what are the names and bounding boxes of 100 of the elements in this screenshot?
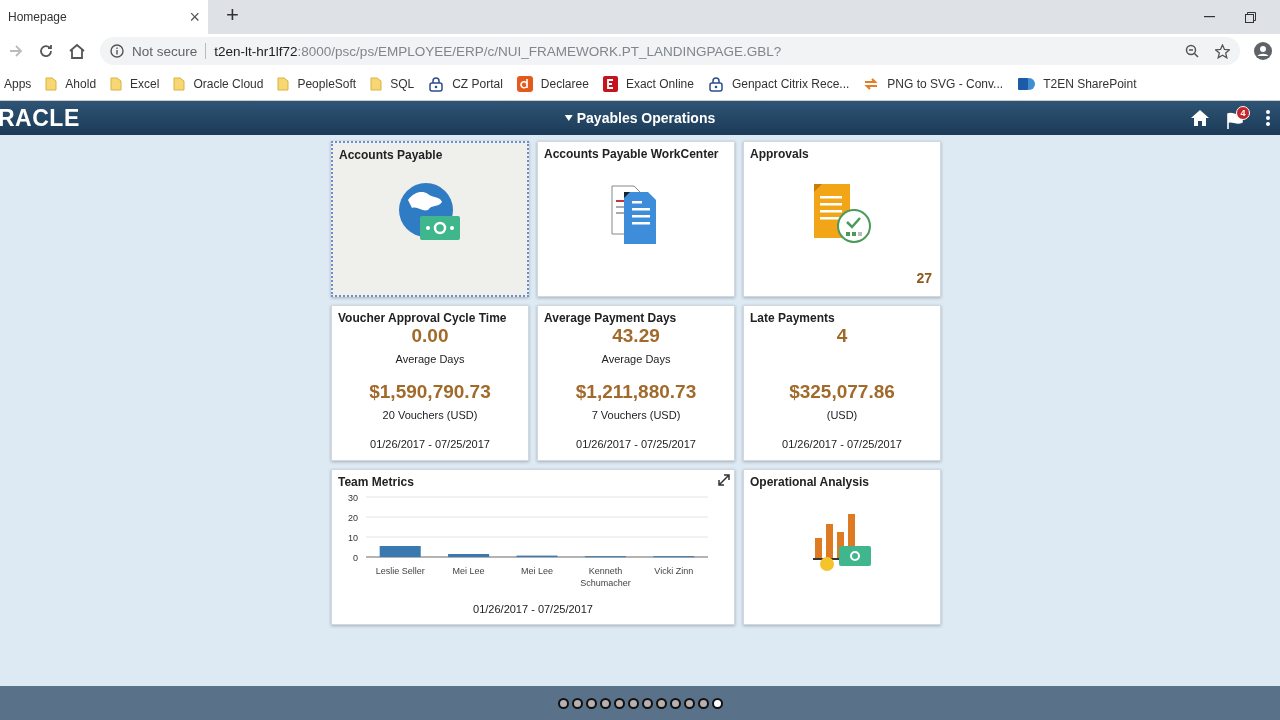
- close-tab-button[interactable]: ×: [189, 6, 200, 28]
- minimize-icon[interactable]: [1204, 16, 1215, 18]
- bookmark[interactable]: Exact Online: [602, 76, 694, 92]
- tile[interactable]: Approvals 27: [743, 141, 941, 297]
- address-bar[interactable]: Not secure t2en-lt-hr1lf72:8000/psc/ps/EMPLOYEE/ERP/c/NUI_FRAMEWORK.PT_LANDINGPAGE.GBL?: [100, 37, 1240, 65]
- kpi-label: Average Days: [394, 353, 466, 365]
- tile-title: Team Metrics: [338, 475, 414, 489]
- sharepoint-icon: [1017, 76, 1036, 92]
- lock-icon: [428, 76, 445, 92]
- bookmark[interactable]: T2EN SharePoint: [1017, 76, 1137, 92]
- kpi-value: 43.29: [611, 325, 661, 347]
- page-dot[interactable]: [669, 697, 681, 709]
- date-range: 01/26/2017 - 07/25/2017: [781, 438, 903, 450]
- page-dot[interactable]: [711, 697, 723, 709]
- bookmark[interactable]: Ahold: [45, 77, 97, 91]
- home-icon[interactable]: [1190, 109, 1210, 127]
- info-icon: [110, 44, 124, 58]
- folder-icon: [370, 77, 383, 91]
- axis-tick-label: 30: [348, 493, 358, 503]
- browser-tab[interactable]: Homepage ×: [0, 0, 208, 34]
- approval-document-icon: [812, 182, 872, 244]
- page-dot[interactable]: [697, 697, 709, 709]
- swap-icon: [863, 77, 880, 91]
- axis-tick-label: 10: [348, 533, 358, 543]
- bookmark[interactable]: CZ Portal: [428, 76, 503, 92]
- tile[interactable]: Team Metrics 0 10 20 30 Leslie Seller Mei Lee Mei Lee Kenneth Schumacher Vicki Zinn 01/26/2017 - 07/25/2017: [331, 469, 735, 625]
- tile-title: Accounts Payable: [339, 148, 443, 162]
- kpi-amount: $1,590,790.73: [368, 381, 492, 403]
- tile[interactable]: Accounts Payable WorkCenter: [537, 141, 735, 297]
- folder-icon: [45, 77, 58, 91]
- apps-link[interactable]: Apps: [4, 77, 32, 91]
- app-icon: [516, 76, 533, 92]
- date-range: 01/26/2017 - 07/25/2017: [369, 438, 491, 450]
- bookmark[interactable]: SQL: [370, 77, 415, 91]
- bookmark[interactable]: Genpact Citrix Rece...: [707, 76, 850, 92]
- notifications-button[interactable]: 4: [1226, 106, 1250, 130]
- tile-title: Voucher Approval Cycle Time: [338, 311, 507, 325]
- category-label: Kenneth Schumacher: [580, 566, 631, 588]
- tile-title: Average Payment Days: [544, 311, 677, 325]
- reload-icon[interactable]: [38, 43, 54, 59]
- notification-badge: 4: [1236, 106, 1250, 120]
- tile-title: Late Payments: [750, 311, 835, 325]
- tile[interactable]: Voucher Approval Cycle Time 0.00 Average Days $1,590,790.73 20 Vouchers (USD) 01/26/2017 - 07/25/2017: [331, 305, 529, 461]
- date-range: 01/26/2017 - 07/25/2017: [575, 438, 697, 450]
- folder-icon: [173, 77, 186, 91]
- tile[interactable]: Accounts Payable: [331, 141, 529, 297]
- tile[interactable]: Late Payments 4 $325,077.86 (USD) 01/26/2017 - 07/25/2017: [743, 305, 941, 461]
- restore-icon[interactable]: [1245, 11, 1256, 23]
- kpi-amount: $1,211,880.73: [574, 381, 698, 403]
- star-icon[interactable]: [1215, 43, 1230, 59]
- zoom-icon[interactable]: [1185, 43, 1199, 58]
- axis-tick-label: 0: [353, 553, 358, 563]
- lock-icon: [707, 76, 724, 92]
- kpi-amount: $325,077.86: [788, 381, 896, 403]
- new-tab-button[interactable]: +: [226, 2, 239, 28]
- page-dot[interactable]: [585, 697, 597, 709]
- more-icon[interactable]: [1266, 110, 1270, 126]
- bookmark[interactable]: Oracle Cloud: [173, 77, 264, 91]
- tile[interactable]: Average Payment Days 43.29 Average Days $1,211,880.73 7 Vouchers (USD) 01/26/2017 - 07/25/2017: [537, 305, 735, 461]
- page-dot[interactable]: [571, 697, 583, 709]
- home-icon[interactable]: [68, 43, 86, 59]
- page-dot[interactable]: [655, 697, 667, 709]
- folder-icon: [110, 77, 123, 91]
- kpi-label: 7 Vouchers (USD): [590, 409, 682, 421]
- category-label: Vicki Zinn: [654, 566, 694, 576]
- kpi-label: Average Days: [600, 353, 672, 365]
- logo: RACLE: [0, 104, 80, 132]
- page-dot[interactable]: [683, 697, 695, 709]
- bookmark[interactable]: Excel: [110, 77, 160, 91]
- page-dot[interactable]: [627, 697, 639, 709]
- page-title-menu[interactable]: Payables Operations: [564, 110, 716, 126]
- kpi-label: (USD): [825, 409, 859, 421]
- caret-icon: [564, 115, 573, 121]
- category-label: Mei Lee: [452, 566, 485, 576]
- axis-tick-label: 20: [348, 513, 358, 523]
- page-dot[interactable]: [599, 697, 611, 709]
- category-label: Leslie Seller: [375, 566, 425, 576]
- expand-icon[interactable]: [718, 474, 730, 486]
- kpi-value: 4: [835, 325, 849, 347]
- kpi-value: 0.00: [410, 325, 450, 347]
- bookmark[interactable]: Declaree: [516, 76, 589, 92]
- bookmark[interactable]: PeopleSoft: [277, 77, 357, 91]
- kpi-label: 20 Vouchers (USD): [381, 409, 479, 421]
- tab-title: Homepage: [8, 10, 67, 24]
- page-dot[interactable]: [641, 697, 653, 709]
- page-dot[interactable]: [613, 697, 625, 709]
- bookmark[interactable]: PNG to SVG - Conv...: [863, 77, 1004, 91]
- page-dot[interactable]: [557, 697, 569, 709]
- bar: [448, 554, 490, 557]
- tile-count: 27: [916, 270, 932, 286]
- tile-title: Operational Analysis: [750, 475, 869, 489]
- tile-title: Approvals: [750, 147, 809, 161]
- tile[interactable]: Operational Analysis: [743, 469, 941, 625]
- profile-icon[interactable]: [1254, 42, 1272, 60]
- date-range: 01/26/2017 - 07/25/2017: [472, 603, 594, 615]
- security-label: Not secure: [132, 43, 198, 59]
- category-label: Mei Lee: [521, 566, 553, 576]
- app-icon: [602, 76, 618, 92]
- url-text: t2en-lt-hr1lf72:8000/psc/ps/EMPLOYEE/ERP/c/NUI_FRAMEWORK.PT_LANDINGPAGE.GBL?: [214, 43, 782, 59]
- tile-title: Accounts Payable WorkCenter: [544, 147, 719, 161]
